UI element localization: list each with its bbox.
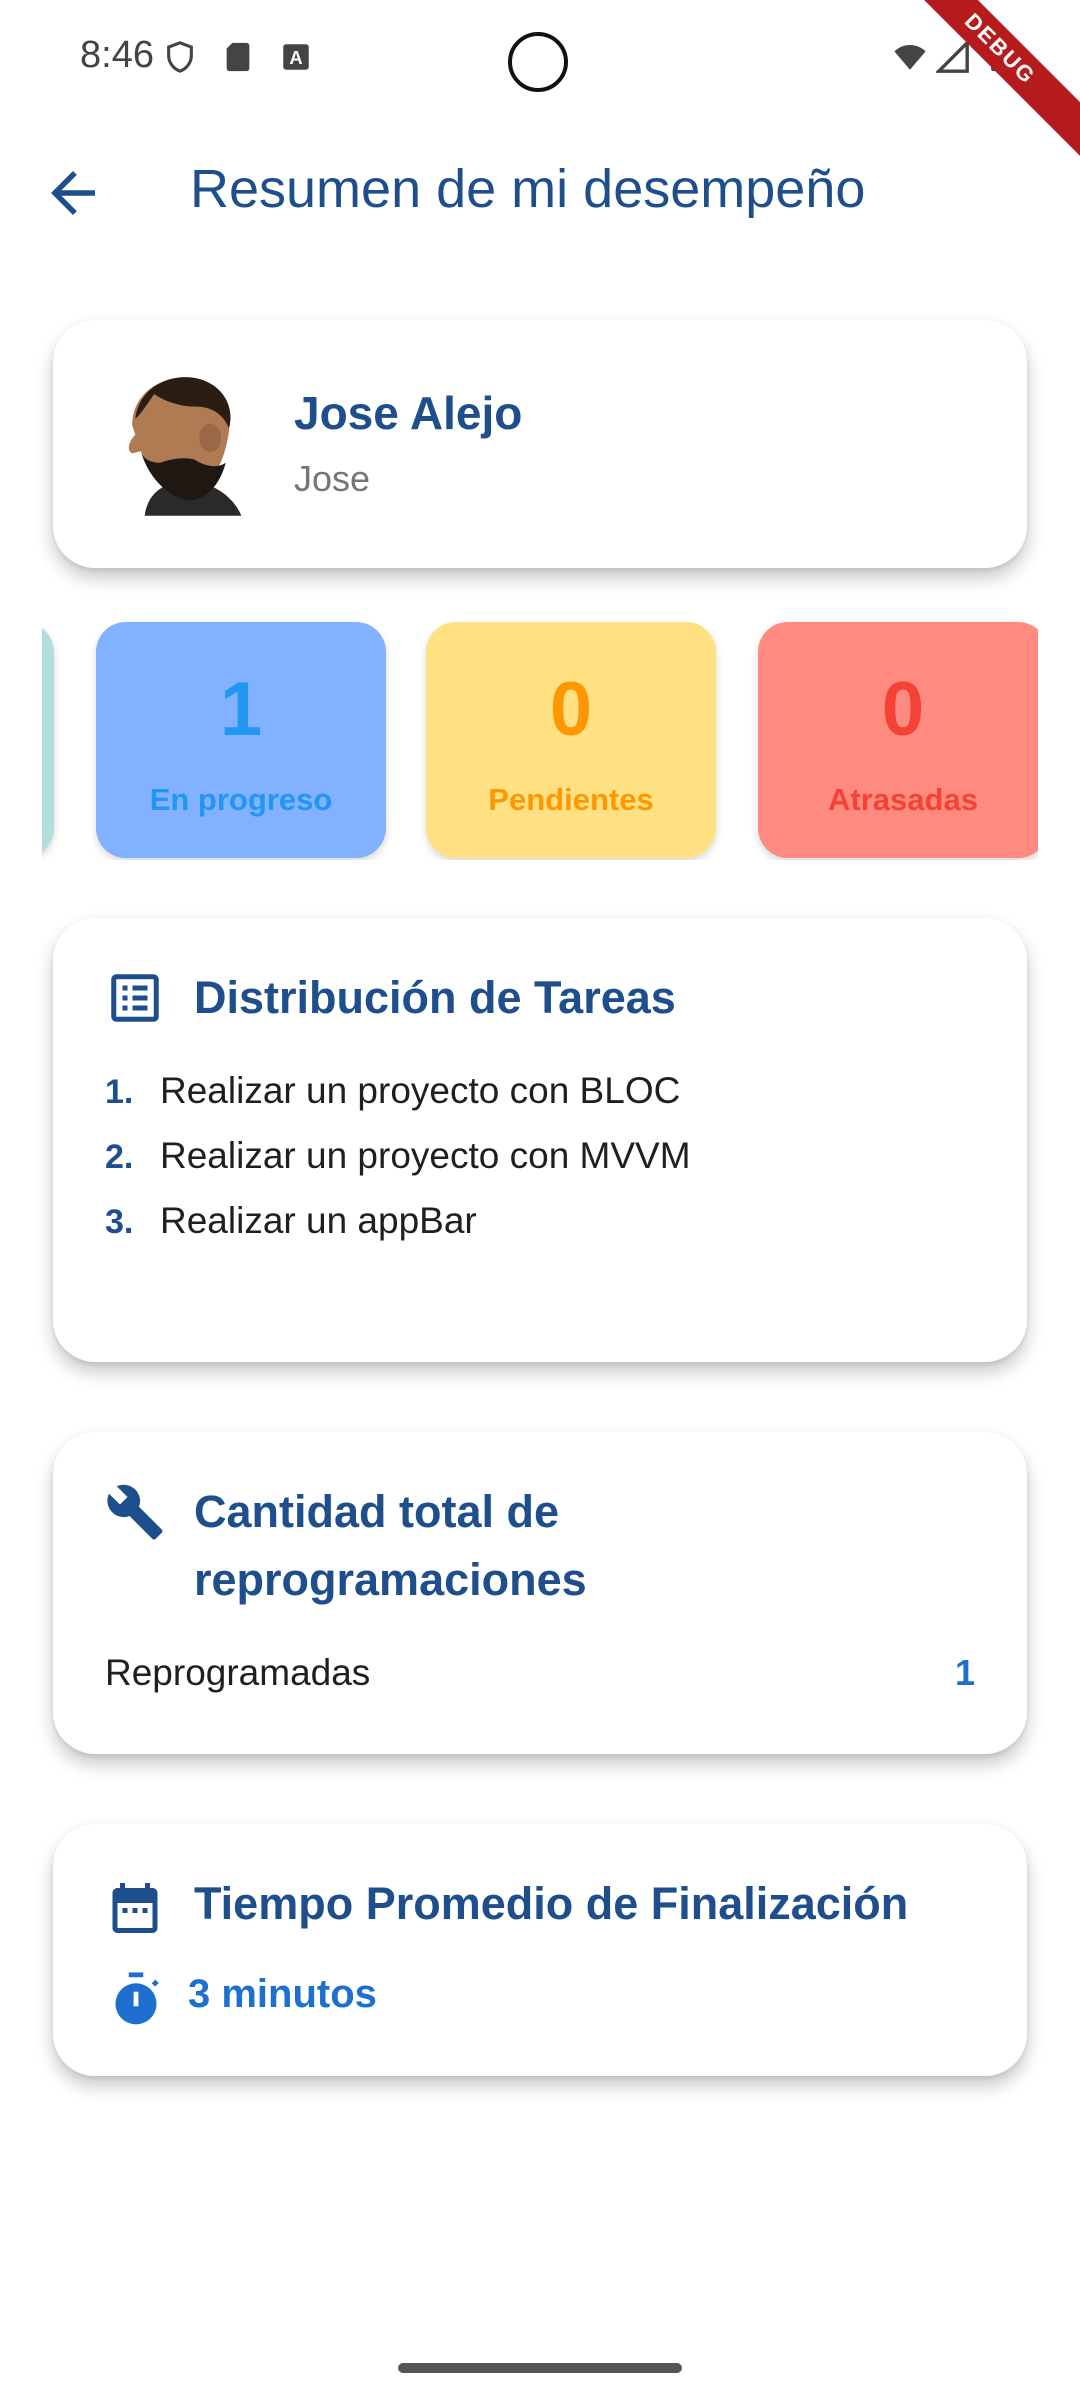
reschedules-title-line1: Cantidad total de — [194, 1486, 560, 1537]
svg-text:A: A — [289, 47, 302, 68]
stat-label: Atrasadas — [828, 782, 978, 817]
arrow-back-icon[interactable] — [40, 160, 106, 226]
status-bar: 8:46 A DEBUG — [0, 0, 1080, 169]
tasks-title: Distribución de Tareas — [194, 972, 676, 1023]
profile-card: Jose Alejo Jose — [53, 320, 1027, 568]
stat-card-pending[interactable]: 0 Pendientes — [426, 622, 716, 858]
task-text: Realizar un appBar — [160, 1200, 477, 1241]
sd-card-icon — [226, 42, 250, 72]
page-title: Resumen de mi desempeño — [190, 159, 866, 219]
task-number: 1. — [105, 1073, 134, 1111]
list-item: 2. Realizar un proyecto con MVVM — [105, 1135, 691, 1200]
timer-icon — [115, 1972, 159, 2025]
keyboard-a-icon: A — [283, 44, 309, 70]
stat-card-in-progress[interactable]: 1 En progreso — [96, 622, 386, 858]
task-list: 1. Realizar un proyecto con BLOC 2. Realiz… — [105, 1070, 691, 1265]
average-time-value: 3 minutos — [188, 1972, 377, 2016]
task-text: Realizar un proyecto con BLOC — [160, 1070, 681, 1111]
shield-icon — [167, 41, 193, 73]
profile-name: Jose Alejo — [294, 387, 523, 439]
calendar-icon — [112, 1883, 158, 1933]
stat-value: 1 — [219, 667, 263, 752]
rescheduled-count: 1 — [954, 1652, 975, 1693]
reschedules-title-line2: reprogramaciones — [194, 1554, 587, 1605]
status-time: 8:46 — [80, 34, 154, 76]
stat-value: 0 — [881, 667, 925, 752]
average-time-card: Tiempo Promedio de Finalización 3 minuto… — [53, 1824, 1027, 2076]
reschedules-card: Cantidad total de reprogramaciones Repro… — [53, 1432, 1027, 1754]
stat-label: En progreso — [149, 782, 333, 817]
stat-card-completed[interactable] — [42, 622, 54, 858]
task-number: 2. — [105, 1138, 134, 1176]
wifi-icon — [894, 44, 926, 70]
list-alt-icon — [111, 974, 159, 1022]
avatar — [128, 377, 242, 516]
list-item: 1. Realizar un proyecto con BLOC — [105, 1070, 691, 1135]
tasks-distribution-card: Distribución de Tareas 1. Realizar un pro… — [53, 918, 1027, 1362]
profile-username: Jose — [294, 458, 371, 499]
wrench-icon — [107, 1484, 163, 1540]
stat-label: Pendientes — [488, 782, 654, 817]
front-camera — [508, 32, 568, 92]
stats-carousel[interactable]: 1 En progreso 0 Pendientes 0 Atrasadas — [42, 620, 1038, 860]
average-time-title: Tiempo Promedio de Finalización — [194, 1878, 909, 1929]
app-bar: Resumen de mi desempeño — [0, 130, 1080, 250]
rescheduled-label: Reprogramadas — [105, 1652, 371, 1693]
task-text: Realizar un proyecto con MVVM — [160, 1135, 691, 1176]
home-indicator[interactable] — [398, 2363, 682, 2373]
list-item: 3. Realizar un appBar — [105, 1200, 691, 1265]
stat-value: 0 — [549, 667, 593, 752]
stat-card-overdue[interactable]: 0 Atrasadas — [758, 622, 1038, 858]
signal-icon — [936, 40, 969, 73]
task-number: 3. — [105, 1203, 134, 1241]
